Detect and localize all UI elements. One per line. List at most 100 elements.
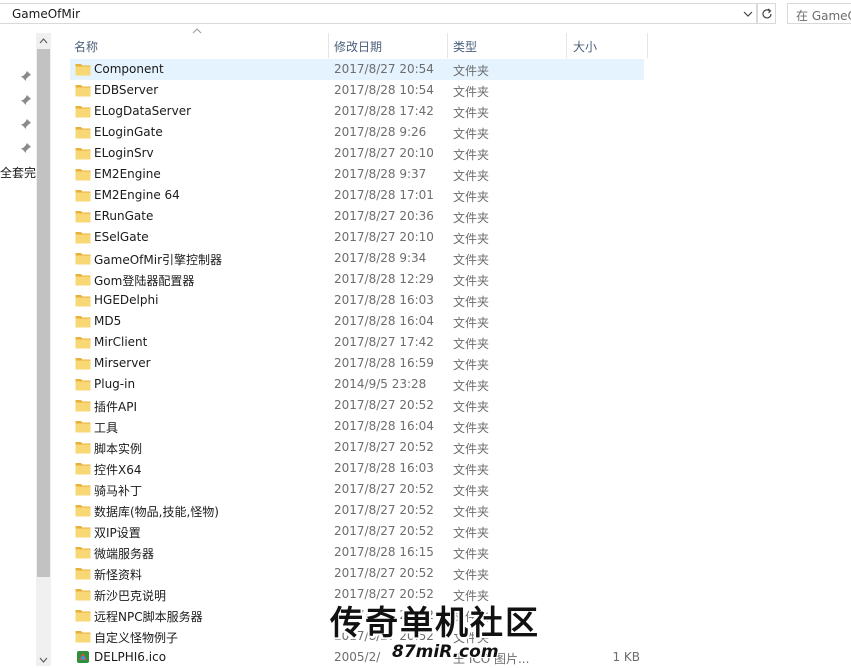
nav-scrollbar[interactable] xyxy=(36,33,51,666)
file-name: 远程NPC脚本服务器 xyxy=(94,610,203,624)
file-row[interactable]: EM2Engine 64 2017/8/28 17:01 文件夹 xyxy=(70,185,644,206)
folder-icon xyxy=(75,148,91,160)
file-row[interactable]: 新怪资料 2017/8/27 20:52 文件夹 xyxy=(70,563,644,584)
folder-icon xyxy=(75,505,91,517)
pin-icon[interactable] xyxy=(20,142,32,154)
pin-icon[interactable] xyxy=(20,118,32,130)
file-type: 文件夹 xyxy=(453,85,490,99)
pin-icon[interactable] xyxy=(20,94,32,106)
file-name: EDBServer xyxy=(94,83,159,97)
file-row[interactable]: ELoginSrv 2017/8/27 20:10 文件夹 xyxy=(70,143,644,164)
folder-icon xyxy=(75,442,91,454)
file-row[interactable]: ESelGate 2017/8/27 20:10 文件夹 xyxy=(70,227,644,248)
ico-file-icon xyxy=(77,651,89,663)
file-name: GameOfMir引擎控制器 xyxy=(94,253,223,267)
file-size: 1 KB xyxy=(612,650,640,664)
watermark: 传奇单机社区 87miR.com xyxy=(330,596,540,662)
column-header-type[interactable]: 类型 xyxy=(447,32,566,58)
scroll-up-icon[interactable] xyxy=(36,33,51,49)
folder-icon xyxy=(75,463,91,475)
column-type-label: 类型 xyxy=(453,40,478,54)
refresh-icon[interactable] xyxy=(757,3,776,24)
file-row[interactable]: ELogDataServer 2017/8/28 17:42 文件夹 xyxy=(70,101,644,122)
file-date: 2017/8/28 16:03 xyxy=(334,293,434,307)
file-row[interactable]: ELoginGate 2017/8/28 9:26 文件夹 xyxy=(70,122,644,143)
column-date-label: 修改日期 xyxy=(334,40,383,54)
column-header-date[interactable]: 修改日期 xyxy=(328,32,447,58)
file-row[interactable]: 双IP设置 2017/8/27 20:52 文件夹 xyxy=(70,521,644,542)
search-input[interactable]: 在 GameOfMir xyxy=(787,3,851,24)
file-type: 文件夹 xyxy=(453,106,490,120)
file-name: 骑马补丁 xyxy=(94,484,143,498)
column-size-label: 大小 xyxy=(573,40,598,54)
file-name: 新沙巴克说明 xyxy=(94,589,167,603)
file-date: 2017/8/27 20:10 xyxy=(334,146,434,160)
file-type: 文件夹 xyxy=(453,253,490,267)
file-row[interactable]: Gom登陆器配置器 2017/8/28 12:29 文件夹 xyxy=(70,269,644,290)
file-name: EM2Engine 64 xyxy=(94,188,180,202)
file-date: 2017/8/28 17:42 xyxy=(334,104,434,118)
search-placeholder: 在 GameOfMir xyxy=(796,9,851,23)
file-row[interactable]: 数据库(物品,技能,怪物) 2017/8/27 20:52 文件夹 xyxy=(70,500,644,521)
file-name: HGEDelphi xyxy=(94,293,159,307)
file-type: 文件夹 xyxy=(453,64,490,78)
folder-icon xyxy=(75,337,91,349)
file-type: 文件夹 xyxy=(453,379,490,393)
file-name: ELogDataServer xyxy=(94,104,192,118)
file-type: 文件夹 xyxy=(453,421,490,435)
file-date: 2017/8/27 20:52 xyxy=(334,524,434,538)
scroll-down-icon[interactable] xyxy=(36,653,51,666)
file-date: 2017/8/28 16:04 xyxy=(334,419,434,433)
nav-item-label[interactable]: 4全套完 xyxy=(0,164,36,181)
address-bar: GameOfMir 在 GameOfMir xyxy=(0,0,851,28)
address-field[interactable]: GameOfMir xyxy=(0,3,757,24)
file-row[interactable]: ERunGate 2017/8/27 20:36 文件夹 xyxy=(70,206,644,227)
file-type: 文件夹 xyxy=(453,358,490,372)
file-row[interactable]: Plug-in 2014/9/5 23:28 文件夹 xyxy=(70,374,644,395)
folder-icon xyxy=(75,400,91,412)
file-row[interactable]: Mirserver 2017/8/28 16:59 文件夹 xyxy=(70,353,644,374)
chevron-down-icon[interactable] xyxy=(740,4,756,23)
scroll-thumb[interactable] xyxy=(37,49,50,577)
pin-icon[interactable] xyxy=(20,70,32,82)
file-row[interactable]: HGEDelphi 2017/8/28 16:03 文件夹 xyxy=(70,290,644,311)
file-row[interactable]: Component 2017/8/27 20:54 文件夹 xyxy=(70,59,644,80)
file-name: 脚本实例 xyxy=(94,442,143,456)
file-name: 控件X64 xyxy=(94,463,142,477)
file-row[interactable]: 微端服务器 2017/8/28 16:15 文件夹 xyxy=(70,542,644,563)
file-name: 新怪资料 xyxy=(94,568,143,582)
file-row[interactable]: 插件API 2017/8/27 20:52 文件夹 xyxy=(70,395,644,416)
file-type: 文件夹 xyxy=(453,505,490,519)
file-row[interactable]: MirClient 2017/8/27 17:42 文件夹 xyxy=(70,332,644,353)
file-row[interactable]: MD5 2017/8/28 16:04 文件夹 xyxy=(70,311,644,332)
file-name: ELoginGate xyxy=(94,125,163,139)
file-row[interactable]: EDBServer 2017/8/28 10:54 文件夹 xyxy=(70,80,644,101)
file-date: 2017/8/28 16:59 xyxy=(334,356,434,370)
column-name-label: 名称 xyxy=(74,40,99,54)
file-row[interactable]: 骑马补丁 2017/8/27 20:52 文件夹 xyxy=(70,479,644,500)
file-type: 文件夹 xyxy=(453,547,490,561)
file-name: EM2Engine xyxy=(94,167,161,181)
file-row[interactable]: GameOfMir引擎控制器 2017/8/28 9:34 文件夹 xyxy=(70,248,644,269)
file-row[interactable]: 脚本实例 2017/8/27 20:52 文件夹 xyxy=(70,437,644,458)
file-name: ERunGate xyxy=(94,209,154,223)
column-divider[interactable] xyxy=(647,33,648,58)
file-name: Component xyxy=(94,62,164,76)
watermark-title: 传奇单机社区 xyxy=(330,603,540,642)
file-name: 自定义怪物例子 xyxy=(94,631,179,645)
file-row[interactable]: DELPHI6.ico 2005/2/王 ICO 图片... 1 KB xyxy=(70,647,644,668)
file-name: 工具 xyxy=(94,421,119,435)
file-row[interactable]: 控件X64 2017/8/28 16:03 文件夹 xyxy=(70,458,644,479)
address-path[interactable]: GameOfMir xyxy=(12,7,80,21)
file-row[interactable]: 工具 2017/8/28 16:04 文件夹 xyxy=(70,416,644,437)
file-date: 2017/8/27 20:52 xyxy=(334,440,434,454)
file-row[interactable]: EM2Engine 2017/8/28 9:37 文件夹 xyxy=(70,164,644,185)
file-date: 2017/8/27 20:52 xyxy=(334,566,434,580)
navigation-pane: 4全套完 xyxy=(0,28,36,666)
file-date: 2017/8/28 16:04 xyxy=(334,314,434,328)
file-date: 2017/8/28 17:01 xyxy=(334,188,434,202)
column-header-name[interactable]: 名称 xyxy=(70,32,328,58)
file-name: ESelGate xyxy=(94,230,149,244)
file-name: Mirserver xyxy=(94,356,151,370)
column-header-size[interactable]: 大小 xyxy=(566,32,648,58)
